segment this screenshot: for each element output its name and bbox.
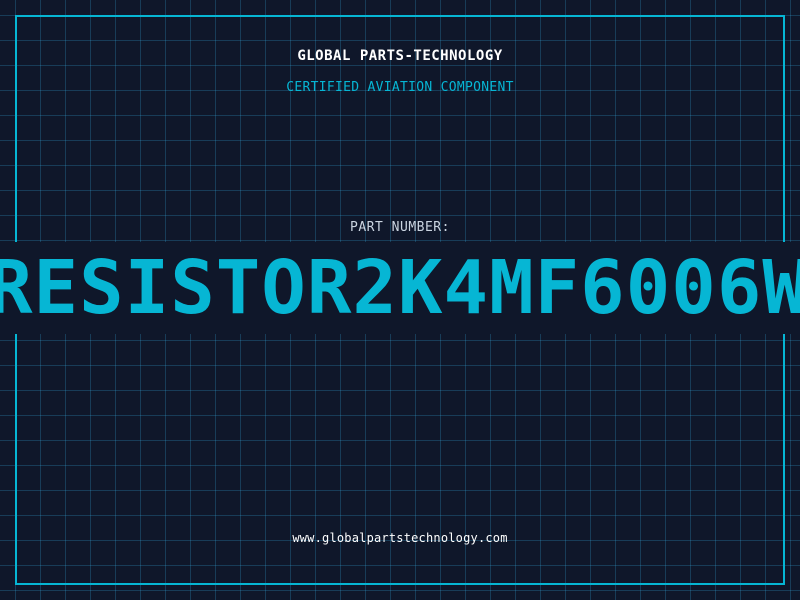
part-number-label: PART NUMBER: [350,220,450,235]
company-name: GLOBAL PARTS-TECHNOLOGY [297,48,503,64]
website-url: www.globalpartstechnology.com [292,531,508,545]
part-number-value: RESISTOR2K4MF6006W1 [0,245,800,331]
part-number-band: RESISTOR2K4MF6006W1 [0,242,800,334]
certification-subtitle: CERTIFIED AVIATION COMPONENT [286,80,514,95]
